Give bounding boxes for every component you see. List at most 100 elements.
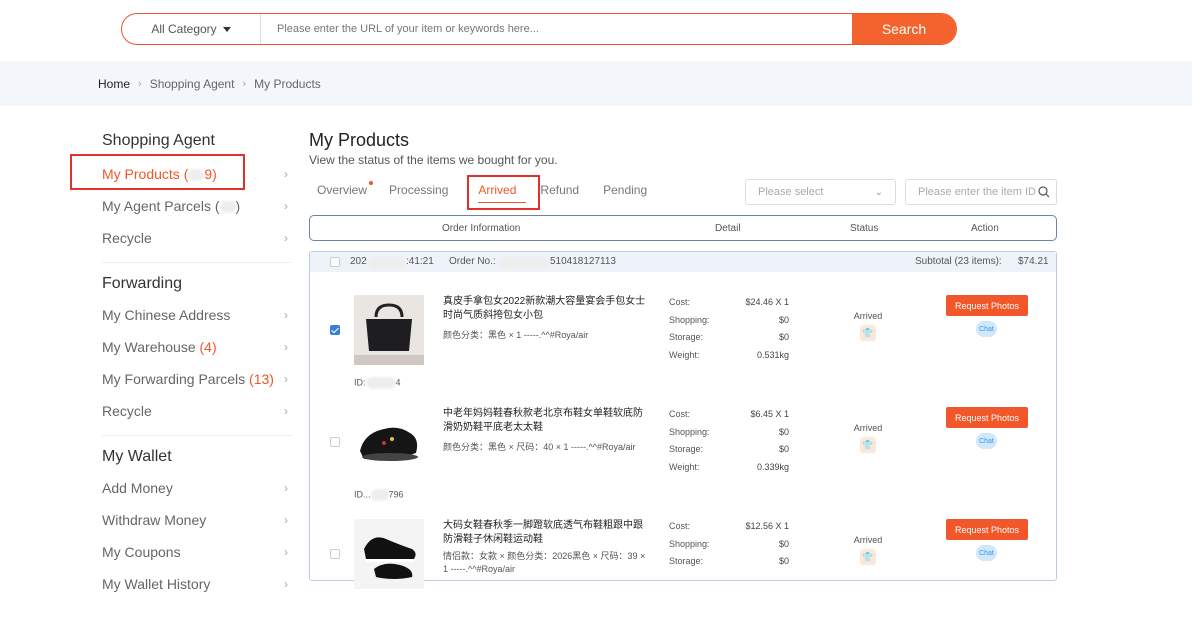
- chevron-right-icon: ›: [284, 545, 288, 559]
- product-detail: Cost: $24.46 X 1 Shopping: $0 Storage: $0 W…: [669, 297, 789, 360]
- sidebar-item-my-coupons[interactable]: My Coupons ›: [102, 536, 292, 568]
- item-checkbox[interactable]: [330, 325, 340, 335]
- search-button[interactable]: Search: [852, 14, 956, 44]
- sidebar-item-label: My Warehouse: [102, 339, 196, 355]
- divider: [102, 435, 292, 436]
- tab-processing[interactable]: Processing: [389, 183, 448, 203]
- chevron-right-icon: ›: [284, 199, 288, 213]
- product-spec: 颜色分类：黑色 × 尺码：40 × 1 -----.^^#Roya/air: [443, 442, 636, 452]
- item-checkbox[interactable]: [330, 549, 340, 559]
- chevron-right-icon: ›: [284, 231, 288, 245]
- item-id-placeholder: Please enter the item ID: [918, 186, 1037, 198]
- sidebar-item-label: Withdraw Money: [102, 512, 207, 528]
- product-title[interactable]: 真皮手拿包女2022新款潮大容量宴会手包女士时尚气质斜挎包女小包: [443, 295, 651, 323]
- tshirt-icon[interactable]: 👕: [860, 437, 876, 453]
- sidebar-item-count: (4): [199, 339, 217, 355]
- product-spec: 情侣款：女款 × 颜色分类：2026黑色 × 尺码：39 × 1 -----.^…: [443, 551, 646, 574]
- chat-icon[interactable]: Chat: [976, 321, 997, 337]
- status-label: Arrived: [853, 423, 883, 433]
- order-no-suffix: 510418127113: [550, 256, 616, 267]
- order-header: 202 :41:21 Order No.: 510418127113 Subto…: [310, 252, 1056, 272]
- redacted-date: [368, 257, 406, 269]
- sidebar-item-chinese-address[interactable]: My Chinese Address ›: [102, 299, 292, 331]
- category-dropdown[interactable]: All Category: [122, 14, 261, 44]
- sidebar-item-my-warehouse[interactable]: My Warehouse (4) ›: [102, 331, 292, 363]
- chat-icon[interactable]: Chat: [976, 433, 997, 449]
- sidebar-item-recycle[interactable]: Recycle ›: [102, 222, 292, 254]
- tab-overview[interactable]: Overview: [317, 181, 374, 203]
- order-group: 202 :41:21 Order No.: 510418127113 Subto…: [309, 251, 1057, 589]
- tab-refund[interactable]: Refund: [540, 183, 579, 203]
- chevron-right-icon: ›: [284, 308, 288, 322]
- chat-icon[interactable]: Chat: [976, 545, 997, 561]
- status-select[interactable]: Please select ⌄: [745, 179, 896, 205]
- column-detail: Detail: [715, 223, 741, 234]
- column-action: Action: [971, 223, 999, 234]
- chevron-right-icon: ›: [138, 77, 142, 90]
- product-image[interactable]: [354, 407, 424, 477]
- breadcrumb-shopping-agent[interactable]: Shopping Agent: [150, 77, 235, 91]
- sidebar-item-add-money[interactable]: Add Money ›: [102, 472, 292, 504]
- product-spec: 颜色分类：黑色 × 1 -----.^^#Roya/air: [443, 330, 589, 340]
- sidebar-item-label: Add Money: [102, 480, 173, 496]
- page-subtitle: View the status of the items we bought f…: [309, 153, 558, 167]
- sidebar-item-my-agent-parcels[interactable]: My Agent Parcels () ›: [102, 190, 292, 222]
- column-order-information: Order Information: [442, 223, 521, 234]
- sidebar-item-label: Recycle: [102, 403, 152, 419]
- tab-pending[interactable]: Pending: [603, 183, 647, 203]
- caret-down-icon: [222, 26, 231, 32]
- notification-dot: [369, 181, 374, 185]
- top-bar: All Category Search: [0, 0, 1192, 60]
- order-time: :41:21: [406, 256, 434, 267]
- page-title: My Products: [309, 130, 410, 150]
- search-icon[interactable]: [1038, 186, 1050, 198]
- item-checkbox[interactable]: [330, 437, 340, 447]
- sneaker-image: [364, 537, 416, 579]
- chevron-right-icon: ›: [284, 481, 288, 495]
- main-content: My Products View the status of the items…: [309, 130, 1057, 589]
- request-photos-button[interactable]: Request Photos: [946, 519, 1028, 540]
- sidebar-group-title: Forwarding: [102, 275, 183, 292]
- order-date: 202: [350, 256, 367, 267]
- tab-arrived[interactable]: Arrived: [478, 183, 527, 203]
- category-label: All Category: [151, 22, 217, 36]
- request-photos-button[interactable]: Request Photos: [946, 295, 1028, 316]
- tshirt-icon[interactable]: 👕: [860, 549, 876, 565]
- product-image[interactable]: [354, 519, 424, 589]
- breadcrumb-current: My Products: [254, 76, 321, 91]
- table-header: Order Information Detail Status Action: [309, 215, 1057, 241]
- chevron-right-icon: ›: [242, 77, 247, 90]
- product-image[interactable]: [354, 295, 424, 365]
- product-id: ID... 796: [354, 489, 404, 501]
- product-detail: Cost: $6.45 X 1 Shopping: $0 Storage: $0 We…: [669, 409, 789, 472]
- product-status: Arrived 👕: [848, 535, 888, 565]
- sidebar-group-title: Shopping Agent: [102, 132, 215, 149]
- order-checkbox[interactable]: [330, 257, 340, 267]
- search-input[interactable]: [261, 14, 852, 44]
- chevron-right-icon: ›: [284, 167, 288, 181]
- redacted-count: [219, 201, 236, 214]
- product-row: 大码女鞋春秋季一脚蹬软底透气布鞋粗跟中跟防滑鞋子休闲鞋运动鞋 情侣款：女款 × …: [310, 519, 1058, 631]
- product-title[interactable]: 大码女鞋春秋季一脚蹬软底透气布鞋粗跟中跟防滑鞋子休闲鞋运动鞋: [443, 519, 651, 547]
- breadcrumb-home[interactable]: Home: [98, 77, 130, 91]
- sidebar-item-label: Recycle: [102, 230, 152, 246]
- search-bar: All Category Search: [121, 13, 957, 45]
- select-placeholder: Please select: [758, 186, 824, 198]
- sidebar-item-recycle-forwarding[interactable]: Recycle ›: [102, 395, 292, 427]
- product-title[interactable]: 中老年妈妈鞋春秋款老北京布鞋女单鞋软底防滑奶奶鞋平底老太太鞋: [443, 407, 651, 435]
- chevron-down-icon: ⌄: [874, 186, 883, 198]
- chevron-right-icon: ›: [284, 513, 288, 527]
- sidebar-group-title: My Wallet: [102, 448, 172, 465]
- sidebar-item-wallet-history[interactable]: My Wallet History ›: [102, 568, 292, 600]
- product-status: Arrived 👕: [848, 311, 888, 341]
- sidebar-item-forwarding-parcels[interactable]: My Forwarding Parcels (13) ›: [102, 363, 292, 395]
- request-photos-button[interactable]: Request Photos: [946, 407, 1028, 428]
- product-status: Arrived 👕: [848, 423, 888, 453]
- tshirt-icon[interactable]: 👕: [860, 325, 876, 341]
- chevron-right-icon: ›: [284, 372, 288, 386]
- product-detail: Cost: $12.56 X 1 Shopping: $0 Storage: $0: [669, 521, 789, 566]
- sidebar-item-withdraw-money[interactable]: Withdraw Money ›: [102, 504, 292, 536]
- item-id-input[interactable]: Please enter the item ID: [905, 179, 1057, 205]
- sidebar: Shopping Agent My Products (9) › My Agen…: [102, 120, 292, 600]
- chevron-right-icon: ›: [284, 340, 288, 354]
